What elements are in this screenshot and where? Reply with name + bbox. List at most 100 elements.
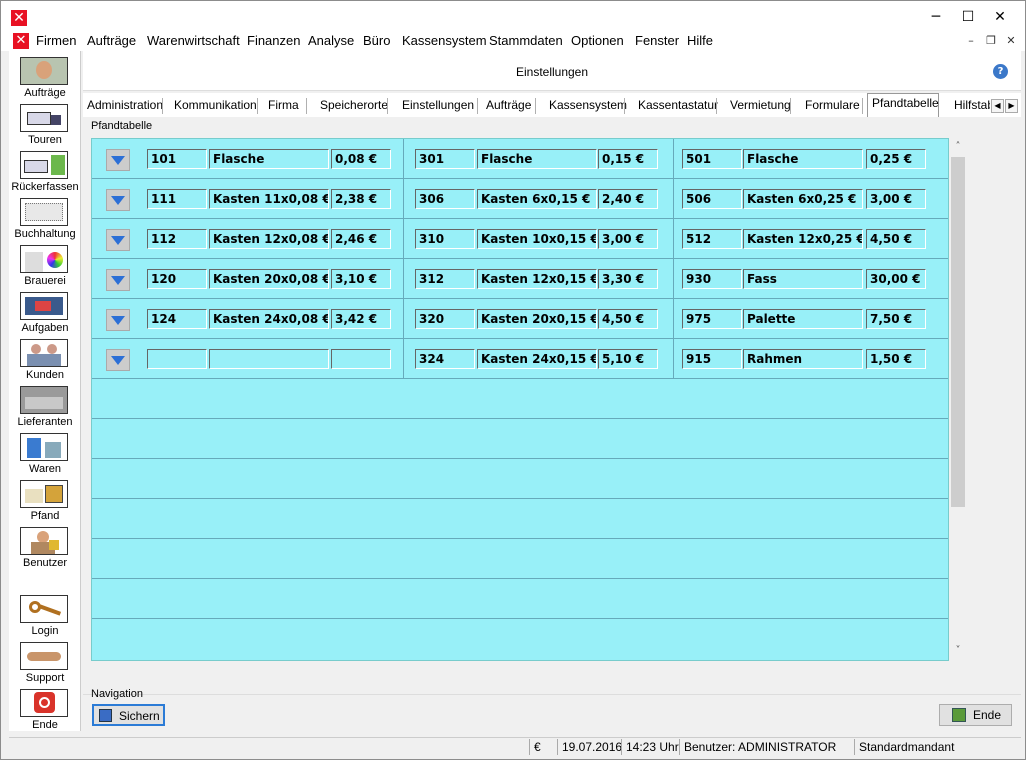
- row-dropdown-button[interactable]: [106, 269, 130, 291]
- menu-stammdaten[interactable]: Stammdaten: [489, 33, 563, 48]
- deposit-price-field[interactable]: 0,15 €: [598, 149, 658, 169]
- row-dropdown-button[interactable]: [106, 189, 130, 211]
- row-dropdown-button[interactable]: [106, 149, 130, 171]
- deposit-code-field[interactable]: 306: [415, 189, 475, 209]
- menu-auftraege[interactable]: Aufträge: [87, 33, 136, 48]
- deposit-price-field[interactable]: 4,50 €: [866, 229, 926, 249]
- deposit-code-field[interactable]: 124: [147, 309, 207, 329]
- sidebar-item-benutzer[interactable]: Benutzer: [9, 525, 81, 569]
- deposit-price-field[interactable]: 5,10 €: [598, 349, 658, 369]
- scroll-down-button[interactable]: ˅: [949, 643, 967, 659]
- deposit-price-field[interactable]: 3,00 €: [598, 229, 658, 249]
- deposit-code-field[interactable]: 310: [415, 229, 475, 249]
- deposit-code-field[interactable]: 324: [415, 349, 475, 369]
- deposit-code-field[interactable]: 120: [147, 269, 207, 289]
- deposit-price-field[interactable]: [331, 349, 391, 369]
- maximize-button[interactable]: ☐: [955, 7, 981, 27]
- tab-kommunikation[interactable]: Kommunikation: [170, 95, 258, 117]
- deposit-name-field[interactable]: Kasten 10x0,15 €: [477, 229, 597, 249]
- deposit-price-field[interactable]: 3,42 €: [331, 309, 391, 329]
- deposit-code-field[interactable]: 512: [682, 229, 742, 249]
- tab-speicherorte[interactable]: Speicherorte: [316, 95, 388, 117]
- row-dropdown-button[interactable]: [106, 349, 130, 371]
- deposit-name-field[interactable]: Palette: [743, 309, 863, 329]
- deposit-name-field[interactable]: Kasten 12x0,08 €: [209, 229, 329, 249]
- row-dropdown-button[interactable]: [106, 229, 130, 251]
- tab-hilfstab[interactable]: Hilfstab: [950, 95, 990, 117]
- deposit-code-field[interactable]: 975: [682, 309, 742, 329]
- sidebar-item-auftraege[interactable]: Aufträge: [9, 55, 81, 99]
- menu-analyse[interactable]: Analyse: [308, 33, 354, 48]
- deposit-price-field[interactable]: 3,00 €: [866, 189, 926, 209]
- scroll-up-button[interactable]: ˄: [949, 139, 967, 155]
- sidebar-item-aufgaben[interactable]: Aufgaben: [9, 290, 81, 334]
- tab-kassensystem[interactable]: Kassensystem: [545, 95, 627, 117]
- deposit-price-field[interactable]: 30,00 €: [866, 269, 926, 289]
- menu-kassensystem[interactable]: Kassensystem: [402, 33, 487, 48]
- deposit-code-field[interactable]: 301: [415, 149, 475, 169]
- sidebar-item-support[interactable]: Support: [9, 640, 81, 684]
- deposit-code-field[interactable]: 915: [682, 349, 742, 369]
- deposit-name-field[interactable]: Flasche: [209, 149, 329, 169]
- sidebar-item-touren[interactable]: Touren: [9, 102, 81, 146]
- sidebar-item-buchhaltung[interactable]: Buchhaltung: [9, 196, 81, 240]
- scroll-thumb[interactable]: [951, 157, 965, 507]
- deposit-code-field[interactable]: 111: [147, 189, 207, 209]
- deposit-name-field[interactable]: Kasten 24x0,08 €: [209, 309, 329, 329]
- deposit-price-field[interactable]: 2,38 €: [331, 189, 391, 209]
- deposit-name-field[interactable]: Kasten 20x0,15 €: [477, 309, 597, 329]
- sidebar-item-ende[interactable]: Ende: [9, 687, 81, 731]
- tab-einstellungen[interactable]: Einstellungen: [398, 95, 478, 117]
- deposit-name-field[interactable]: Kasten 6x0,15 €: [477, 189, 597, 209]
- tab-administration[interactable]: Administration: [83, 95, 163, 117]
- deposit-price-field[interactable]: 2,46 €: [331, 229, 391, 249]
- tab-kassentastatur[interactable]: Kassentastatur: [634, 95, 718, 117]
- deposit-code-field[interactable]: 312: [415, 269, 475, 289]
- deposit-code-field[interactable]: 506: [682, 189, 742, 209]
- tab-scroll-right-button[interactable]: ▶: [1005, 99, 1018, 113]
- tab-firma[interactable]: Firma: [264, 95, 307, 117]
- deposit-name-field[interactable]: Rahmen: [743, 349, 863, 369]
- deposit-code-field[interactable]: 501: [682, 149, 742, 169]
- deposit-code-field[interactable]: 320: [415, 309, 475, 329]
- deposit-price-field[interactable]: 1,50 €: [866, 349, 926, 369]
- menu-firmen[interactable]: Firmen: [36, 33, 76, 48]
- menu-buero[interactable]: Büro: [363, 33, 390, 48]
- mdi-close-button[interactable]: ✕: [1003, 34, 1019, 48]
- deposit-name-field[interactable]: Kasten 20x0,08 €: [209, 269, 329, 289]
- deposit-price-field[interactable]: 0,08 €: [331, 149, 391, 169]
- tab-auftraege[interactable]: Aufträge: [482, 95, 536, 117]
- tab-scroll-left-button[interactable]: ◀: [991, 99, 1004, 113]
- mdi-minimize-button[interactable]: –: [963, 34, 979, 48]
- menu-optionen[interactable]: Optionen: [571, 33, 624, 48]
- menu-fenster[interactable]: Fenster: [635, 33, 679, 48]
- sidebar-item-pfand[interactable]: Pfand: [9, 478, 81, 522]
- deposit-code-field[interactable]: [147, 349, 207, 369]
- sidebar-item-waren[interactable]: Waren: [9, 431, 81, 475]
- vertical-scrollbar[interactable]: ˄ ˅: [949, 139, 967, 661]
- menu-hilfe[interactable]: Hilfe: [687, 33, 713, 48]
- row-dropdown-button[interactable]: [106, 309, 130, 331]
- deposit-code-field[interactable]: 930: [682, 269, 742, 289]
- save-button[interactable]: Sichern: [92, 704, 165, 726]
- deposit-name-field[interactable]: Kasten 11x0,08 €: [209, 189, 329, 209]
- app-menu-icon[interactable]: ✕: [13, 33, 29, 49]
- deposit-price-field[interactable]: 2,40 €: [598, 189, 658, 209]
- tab-formulare[interactable]: Formulare: [801, 95, 863, 117]
- help-icon[interactable]: ?: [993, 64, 1008, 79]
- deposit-price-field[interactable]: 3,10 €: [331, 269, 391, 289]
- deposit-name-field[interactable]: Flasche: [477, 149, 597, 169]
- deposit-name-field[interactable]: Fass: [743, 269, 863, 289]
- end-button[interactable]: Ende: [939, 704, 1012, 726]
- sidebar-item-brauerei[interactable]: Brauerei: [9, 243, 81, 287]
- minimize-button[interactable]: ─: [923, 7, 949, 27]
- deposit-price-field[interactable]: 3,30 €: [598, 269, 658, 289]
- deposit-price-field[interactable]: 4,50 €: [598, 309, 658, 329]
- deposit-price-field[interactable]: 7,50 €: [866, 309, 926, 329]
- mdi-restore-button[interactable]: ❐: [983, 34, 999, 48]
- deposit-code-field[interactable]: 101: [147, 149, 207, 169]
- sidebar-item-kunden[interactable]: Kunden: [9, 337, 81, 381]
- deposit-name-field[interactable]: Kasten 12x0,15 €: [477, 269, 597, 289]
- deposit-name-field[interactable]: Kasten 6x0,25 €: [743, 189, 863, 209]
- sidebar-item-login[interactable]: Login: [9, 593, 81, 637]
